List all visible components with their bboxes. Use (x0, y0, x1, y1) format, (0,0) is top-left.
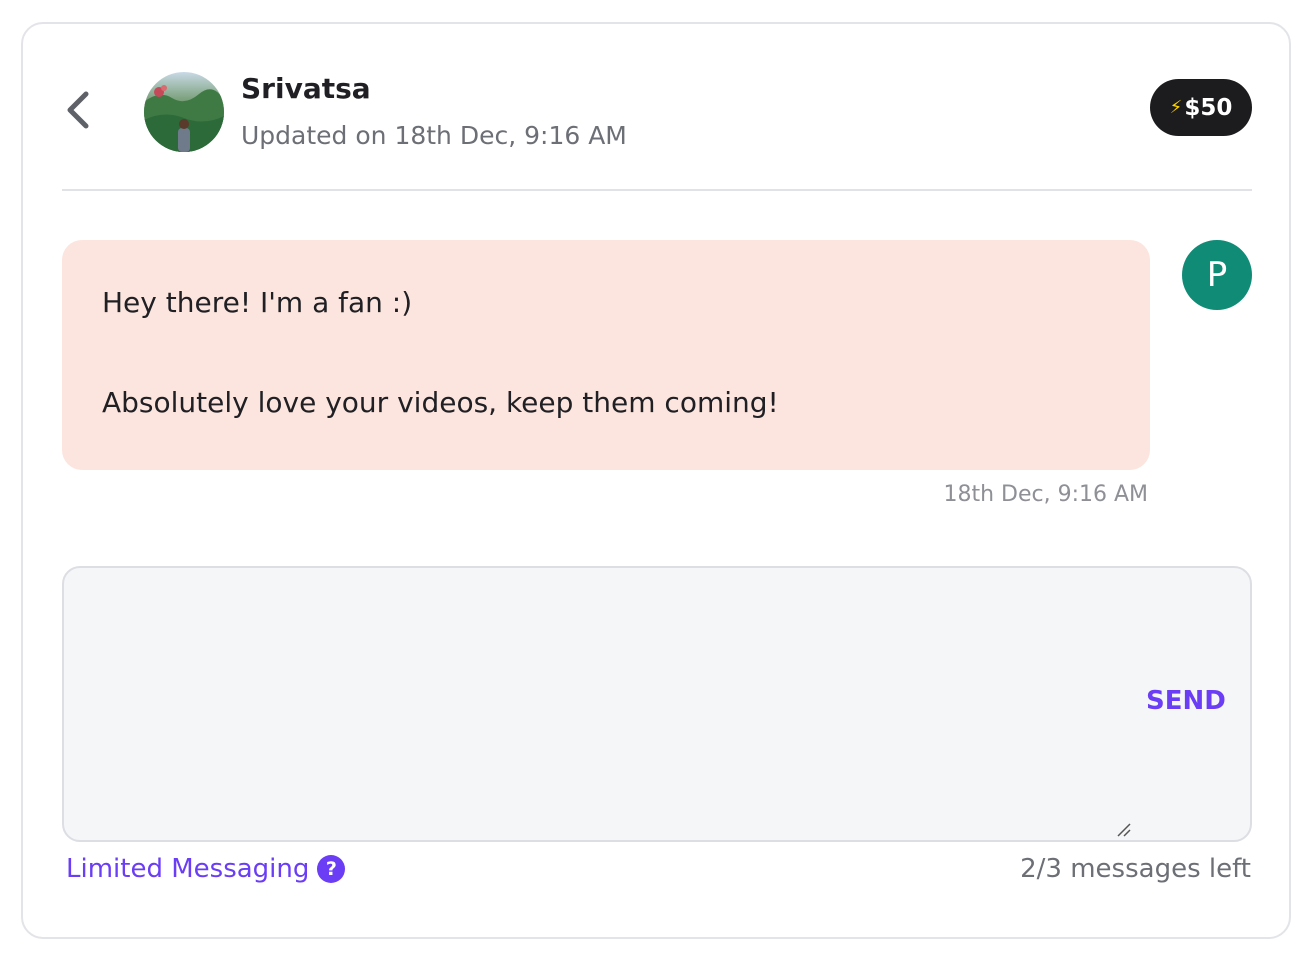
contact-name: Srivatsa (241, 72, 371, 105)
lightning-icon: ⚡ (1169, 97, 1183, 118)
help-icon[interactable]: ? (317, 855, 346, 883)
back-button[interactable] (58, 86, 98, 134)
header-divider (62, 189, 1252, 191)
messages-left-count: 2/3 messages left (1020, 854, 1251, 884)
avatar (144, 72, 224, 152)
amount-value: $50 (1184, 94, 1233, 121)
updated-text: Updated on 18th Dec, 9:16 AM (241, 121, 627, 150)
compose-box: SEND (62, 566, 1252, 842)
limited-messaging-link[interactable]: Limited Messaging ? (66, 854, 346, 884)
chevron-left-icon (67, 91, 89, 129)
profile-photo (144, 72, 224, 152)
message-timestamp: 18th Dec, 9:16 AM (943, 482, 1148, 507)
resize-handle-icon[interactable] (1116, 822, 1132, 838)
message-line-2: Absolutely love your videos, keep them c… (102, 386, 779, 419)
amount-badge: ⚡ $50 (1150, 79, 1252, 136)
message-bubble: Hey there! I'm a fan :) Absolutely love … (62, 240, 1150, 470)
sender-avatar: P (1182, 240, 1252, 310)
message-line-1: Hey there! I'm a fan :) (102, 286, 413, 319)
limited-messaging-label: Limited Messaging (66, 854, 310, 884)
message-input[interactable] (84, 584, 1128, 828)
sender-initial: P (1206, 255, 1228, 295)
send-button[interactable]: SEND (1146, 686, 1226, 716)
